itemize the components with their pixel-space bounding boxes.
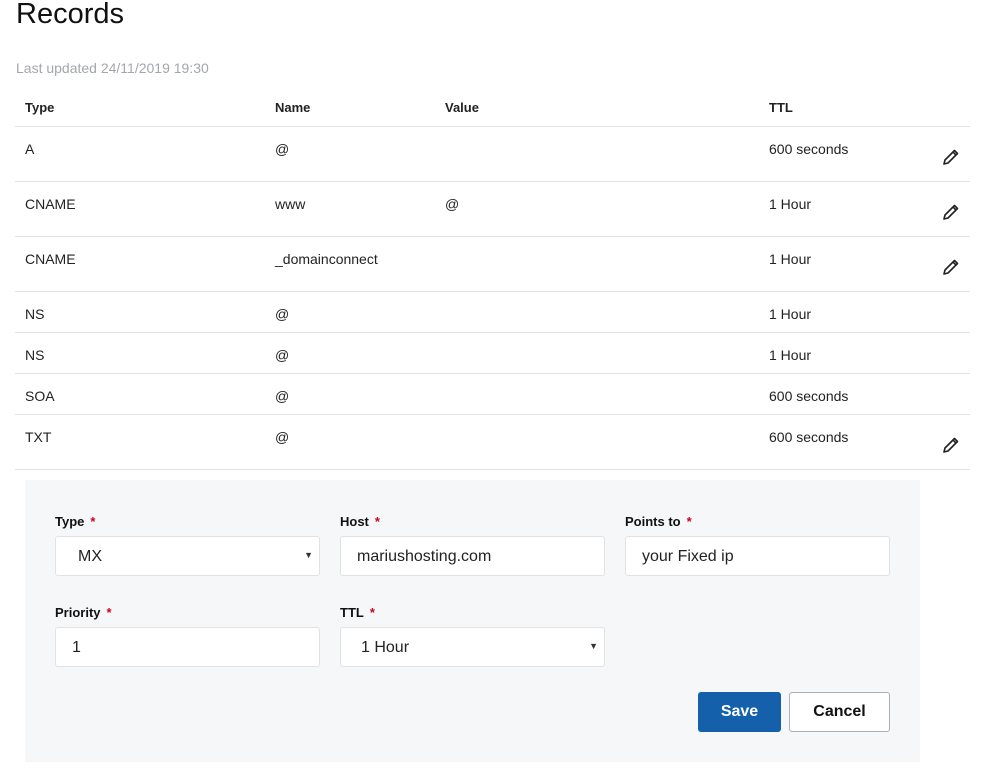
table-row: CNAME _domainconnect 1 Hour — [15, 237, 970, 292]
cell-type: A — [25, 141, 35, 157]
column-type: Type — [25, 100, 55, 115]
table-row: NS @1 Hour — [15, 333, 970, 374]
priority-label: Priority * — [55, 605, 112, 620]
priority-input[interactable]: 1 — [55, 627, 320, 667]
table-row: SOA @600 seconds — [15, 374, 970, 415]
host-label: Host * — [340, 514, 380, 529]
cell-ttl: 600 seconds — [769, 141, 849, 157]
cell-name: @ — [275, 347, 290, 363]
table-row: NS @1 Hour — [15, 292, 970, 333]
cell-type: CNAME — [25, 196, 76, 212]
cell-ttl: 1 Hour — [769, 251, 812, 267]
records-table: Type Name Value TTL A @600 seconds CNAME ww… — [15, 90, 970, 470]
cell-type: NS — [25, 306, 45, 322]
table-row: CNAME www @1 Hour — [15, 182, 970, 237]
cell-type: CNAME — [25, 251, 76, 267]
edit-pencil-icon[interactable] — [941, 202, 961, 222]
edit-pencil-icon[interactable] — [941, 257, 961, 277]
edit-pencil-icon[interactable] — [941, 435, 961, 455]
page-title: Records — [16, 0, 124, 30]
column-ttl: TTL — [769, 100, 793, 115]
points-to-input[interactable]: your Fixed ip — [625, 536, 890, 576]
ttl-label: TTL * — [340, 605, 375, 620]
cell-ttl: 1 Hour — [769, 196, 812, 212]
cell-type: TXT — [25, 429, 52, 445]
edit-pencil-icon[interactable] — [941, 147, 961, 167]
type-select[interactable]: MX ▼ — [55, 536, 320, 576]
cancel-button[interactable]: Cancel — [789, 692, 890, 732]
ttl-select[interactable]: 1 Hour ▼ — [340, 627, 605, 667]
cell-name: @ — [275, 306, 290, 322]
cell-ttl: 600 seconds — [769, 388, 849, 404]
cell-type: NS — [25, 347, 45, 363]
last-updated: Last updated 24/11/2019 19:30 — [16, 60, 209, 76]
cell-value: @ — [445, 196, 460, 212]
cell-name: @ — [275, 141, 290, 157]
save-button[interactable]: Save — [698, 692, 781, 732]
cell-ttl: 1 Hour — [769, 306, 812, 322]
table-row: TXT @600 seconds — [15, 415, 970, 470]
column-value: Value — [445, 100, 479, 115]
add-record-form — [25, 480, 920, 762]
table-row: A @600 seconds — [15, 127, 970, 182]
cell-name: _domainconnect — [275, 251, 378, 267]
dropdown-arrow-icon: ▼ — [589, 641, 598, 651]
column-name: Name — [275, 100, 311, 115]
cell-name: @ — [275, 429, 290, 445]
cell-ttl: 600 seconds — [769, 429, 849, 445]
cell-name: www — [275, 196, 306, 212]
dropdown-arrow-icon: ▼ — [304, 550, 313, 560]
host-input[interactable]: mariushosting.com — [340, 536, 605, 576]
cell-type: SOA — [25, 388, 55, 404]
cell-ttl: 1 Hour — [769, 347, 812, 363]
type-label: Type * — [55, 514, 96, 529]
table-header: Type Name Value TTL — [15, 90, 970, 127]
cell-name: @ — [275, 388, 290, 404]
points-to-label: Points to * — [625, 514, 692, 529]
